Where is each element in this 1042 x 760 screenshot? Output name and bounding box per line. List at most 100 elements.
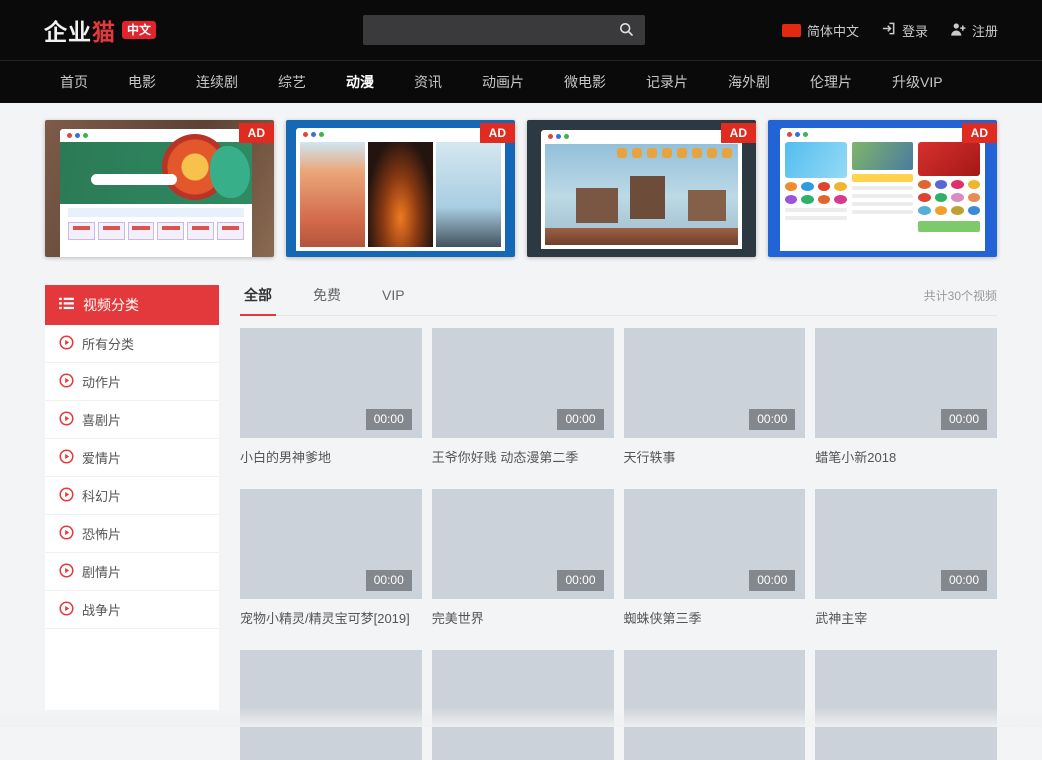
sidebar-item-horror[interactable]: 恐怖片: [45, 515, 219, 553]
tab-all[interactable]: 全部: [240, 285, 276, 316]
video-title[interactable]: 完美世界: [432, 608, 614, 627]
video-title[interactable]: 小白的男神爹地: [240, 447, 422, 466]
topbar: 企业猫 中文 简体中文 登录 注册: [0, 0, 1042, 60]
nav-item-cartoon[interactable]: 动画片: [482, 72, 524, 92]
user-plus-icon: [950, 22, 966, 39]
video-thumbnail[interactable]: 00:00: [432, 489, 614, 599]
play-circle-icon: [59, 601, 74, 619]
ad-banner-3[interactable]: AD: [527, 120, 756, 257]
ad-badge: AD: [962, 123, 997, 143]
nav-item-ethics[interactable]: 伦理片: [810, 72, 852, 92]
sign-in-icon: [881, 21, 896, 39]
login-label: 登录: [902, 21, 928, 40]
nav-item-home[interactable]: 首页: [60, 72, 88, 92]
video-thumbnail[interactable]: 00:00: [240, 328, 422, 438]
sidebar-item-label: 剧情片: [82, 562, 121, 581]
video-thumbnail[interactable]: 00:00: [624, 328, 806, 438]
play-circle-icon: [59, 525, 74, 543]
video-thumbnail[interactable]: 00:00: [815, 489, 997, 599]
search-input[interactable]: [363, 15, 607, 45]
video-thumbnail[interactable]: [432, 650, 614, 760]
duration-badge: 00:00: [941, 409, 987, 430]
register-label: 注册: [972, 21, 998, 40]
register-button[interactable]: 注册: [950, 21, 998, 40]
window-dots-icon: [787, 132, 808, 137]
video-card: [815, 650, 997, 760]
logo-language-badge: 中文: [122, 21, 156, 39]
sidebar-item-label: 动作片: [82, 372, 121, 391]
ad-banner-art: [60, 129, 252, 257]
video-list-panel: 全部 免费 VIP 共计30个视频 00:00 小白的男神爹地 00:00 王爷…: [240, 285, 997, 760]
video-thumbnail[interactable]: 00:00: [815, 328, 997, 438]
tab-free[interactable]: 免费: [309, 285, 345, 314]
sidebar-item-comedy[interactable]: 喜剧片: [45, 401, 219, 439]
video-thumbnail[interactable]: [624, 650, 806, 760]
video-card: 00:00 王爷你好贱 动态漫第二季: [432, 328, 614, 466]
main-nav: 首页 电影 连续剧 综艺 动漫 资讯 动画片 微电影 记录片 海外剧 伦理片 升…: [0, 60, 1042, 103]
ad-badge: AD: [239, 123, 274, 143]
video-grid: 00:00 小白的男神爹地 00:00 王爷你好贱 动态漫第二季 00:00 天…: [240, 328, 997, 760]
video-thumbnail[interactable]: [815, 650, 997, 760]
play-circle-icon: [59, 335, 74, 353]
language-selector[interactable]: 简体中文: [782, 21, 859, 40]
login-button[interactable]: 登录: [881, 21, 928, 40]
logo-text: 企业猫: [44, 13, 115, 47]
sidebar-item-label: 所有分类: [82, 334, 134, 353]
video-title[interactable]: 蜡笔小新2018: [815, 447, 997, 466]
sidebar-item-action[interactable]: 动作片: [45, 363, 219, 401]
tab-vip[interactable]: VIP: [378, 287, 409, 312]
nav-item-overseas[interactable]: 海外剧: [728, 72, 770, 92]
nav-item-microfilm[interactable]: 微电影: [564, 72, 606, 92]
list-icon: [59, 297, 74, 313]
sidebar-title: 视频分类: [83, 295, 139, 315]
sidebar-item-all-categories[interactable]: 所有分类: [45, 325, 219, 363]
category-list: 所有分类 动作片 喜剧片 爱情片 科幻片: [45, 325, 219, 629]
brand-logo[interactable]: 企业猫 中文: [44, 13, 156, 47]
sidebar-header: 视频分类: [45, 285, 219, 325]
nav-item-movies[interactable]: 电影: [128, 72, 156, 92]
video-card: 00:00 小白的男神爹地: [240, 328, 422, 466]
video-thumbnail[interactable]: 00:00: [624, 489, 806, 599]
video-thumbnail[interactable]: 00:00: [240, 489, 422, 599]
sidebar-item-label: 战争片: [82, 600, 121, 619]
search-button[interactable]: [607, 15, 645, 45]
duration-badge: 00:00: [557, 570, 603, 591]
sidebar-item-label: 科幻片: [82, 486, 121, 505]
duration-badge: 00:00: [366, 570, 412, 591]
flag-icon: [782, 24, 801, 37]
nav-item-series[interactable]: 连续剧: [196, 72, 238, 92]
sidebar-item-drama[interactable]: 剧情片: [45, 553, 219, 591]
filter-tabbar: 全部 免费 VIP 共计30个视频: [240, 285, 997, 316]
duration-badge: 00:00: [749, 409, 795, 430]
video-card: [624, 650, 806, 760]
ad-banner-1[interactable]: AD: [45, 120, 274, 257]
play-circle-icon: [59, 373, 74, 391]
nav-item-variety[interactable]: 综艺: [278, 72, 306, 92]
ad-badge: AD: [480, 123, 515, 143]
video-title[interactable]: 王爷你好贱 动态漫第二季: [432, 447, 614, 466]
video-title[interactable]: 蜘蛛侠第三季: [624, 608, 806, 627]
nav-item-anime[interactable]: 动漫: [346, 72, 374, 92]
language-label: 简体中文: [807, 21, 859, 40]
ad-banner-2[interactable]: AD: [286, 120, 515, 257]
sidebar-item-war[interactable]: 战争片: [45, 591, 219, 629]
video-thumbnail[interactable]: 00:00: [432, 328, 614, 438]
nav-item-documentary[interactable]: 记录片: [646, 72, 688, 92]
video-thumbnail[interactable]: [240, 650, 422, 760]
play-circle-icon: [59, 563, 74, 581]
nav-item-upgrade-vip[interactable]: 升级VIP: [892, 72, 943, 92]
sidebar-item-label: 恐怖片: [82, 524, 121, 543]
sidebar-item-scifi[interactable]: 科幻片: [45, 477, 219, 515]
video-title[interactable]: 宠物小精灵/精灵宝可梦[2019]: [240, 608, 422, 627]
video-title[interactable]: 天行轶事: [624, 447, 806, 466]
window-dots-icon: [303, 132, 324, 137]
ad-banner-art: [541, 130, 742, 249]
sidebar-item-romance[interactable]: 爱情片: [45, 439, 219, 477]
video-card: 00:00 蜡笔小新2018: [815, 328, 997, 466]
ad-banner-4[interactable]: AD: [768, 120, 997, 257]
duration-badge: 00:00: [366, 409, 412, 430]
video-title[interactable]: 武神主宰: [815, 608, 997, 627]
total-count-label: 共计30个视频: [924, 287, 997, 313]
nav-item-news[interactable]: 资讯: [414, 72, 442, 92]
play-circle-icon: [59, 411, 74, 429]
